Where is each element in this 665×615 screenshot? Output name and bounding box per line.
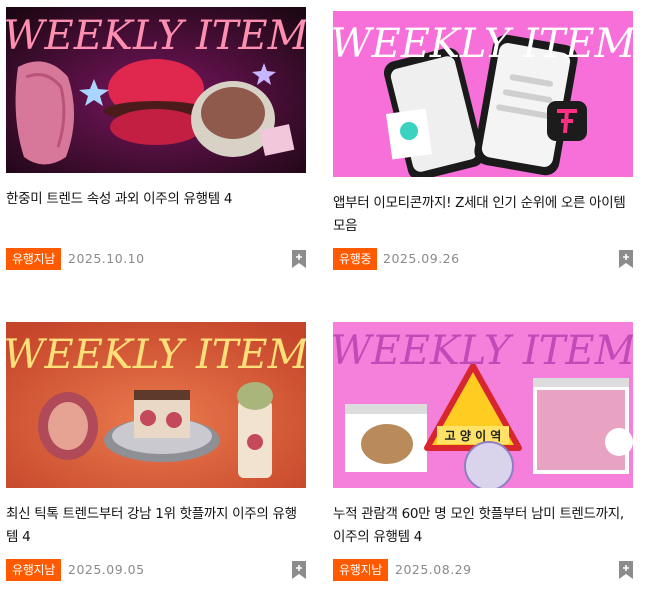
bookmark-icon[interactable] — [292, 250, 306, 268]
post-date: 2025.09.26 — [383, 251, 460, 266]
status-badge: 유행중 — [333, 248, 378, 270]
bookmark-icon[interactable] — [619, 250, 633, 268]
status-badge: 유행지남 — [6, 559, 61, 581]
post-date: 2025.10.10 — [68, 251, 145, 266]
card-2[interactable]: WEEKLY ITEM 앱부터 이모티콘까지! Z세대 인기 순위에 오른 아이… — [333, 11, 633, 270]
card-4[interactable]: 고 양 이 역 WEEKLY ITEM 누적 관람객 60만 명 모인 핫플부터… — [333, 322, 633, 581]
banner-text: WEEKLY ITEM — [6, 332, 306, 378]
bookmark-icon[interactable] — [292, 561, 306, 579]
card-meta: 유행지남 2025.09.05 — [6, 559, 306, 581]
card-thumbnail[interactable]: WEEKLY ITEM — [333, 11, 633, 177]
card-thumbnail[interactable]: WEEKLY ITEM — [6, 322, 306, 488]
card-meta: 유행중 2025.09.26 — [333, 248, 633, 270]
banner-text: WEEKLY ITEM — [333, 328, 633, 374]
bookmark-icon[interactable] — [619, 561, 633, 579]
card-thumbnail[interactable]: 고 양 이 역 WEEKLY ITEM — [333, 322, 633, 488]
post-date: 2025.09.05 — [68, 562, 145, 577]
card-title[interactable]: 앱부터 이모티콘까지! Z세대 인기 순위에 오른 아이템 모음 — [333, 192, 633, 238]
card-title[interactable]: 누적 관람객 60만 명 모인 핫플부터 남미 트렌드까지, 이주의 유행템 4 — [333, 503, 633, 549]
sign-text: 고 양 이 역 — [445, 428, 502, 443]
card-1[interactable]: WEEKLY ITEM 한중미 트렌드 속성 과외 이주의 유행템 4 유행지남… — [6, 7, 306, 270]
card-title[interactable]: 최신 틱톡 트렌드부터 강남 1위 핫플까지 이주의 유행템 4 — [6, 503, 306, 549]
card-meta: 유행지남 2025.10.10 — [6, 248, 306, 270]
status-badge: 유행지남 — [6, 248, 61, 270]
card-title[interactable]: 한중미 트렌드 속성 과외 이주의 유행템 4 — [6, 188, 306, 234]
card-3[interactable]: WEEKLY ITEM 최신 틱톡 트렌드부터 강남 1위 핫플까지 이주의 유… — [6, 322, 306, 581]
banner-text: WEEKLY ITEM — [6, 13, 306, 59]
banner-text: WEEKLY ITEM — [333, 21, 633, 67]
card-thumbnail[interactable]: WEEKLY ITEM — [6, 7, 306, 173]
card-meta: 유행지남 2025.08.29 — [333, 559, 633, 581]
post-date: 2025.08.29 — [395, 562, 472, 577]
status-badge: 유행지남 — [333, 559, 388, 581]
